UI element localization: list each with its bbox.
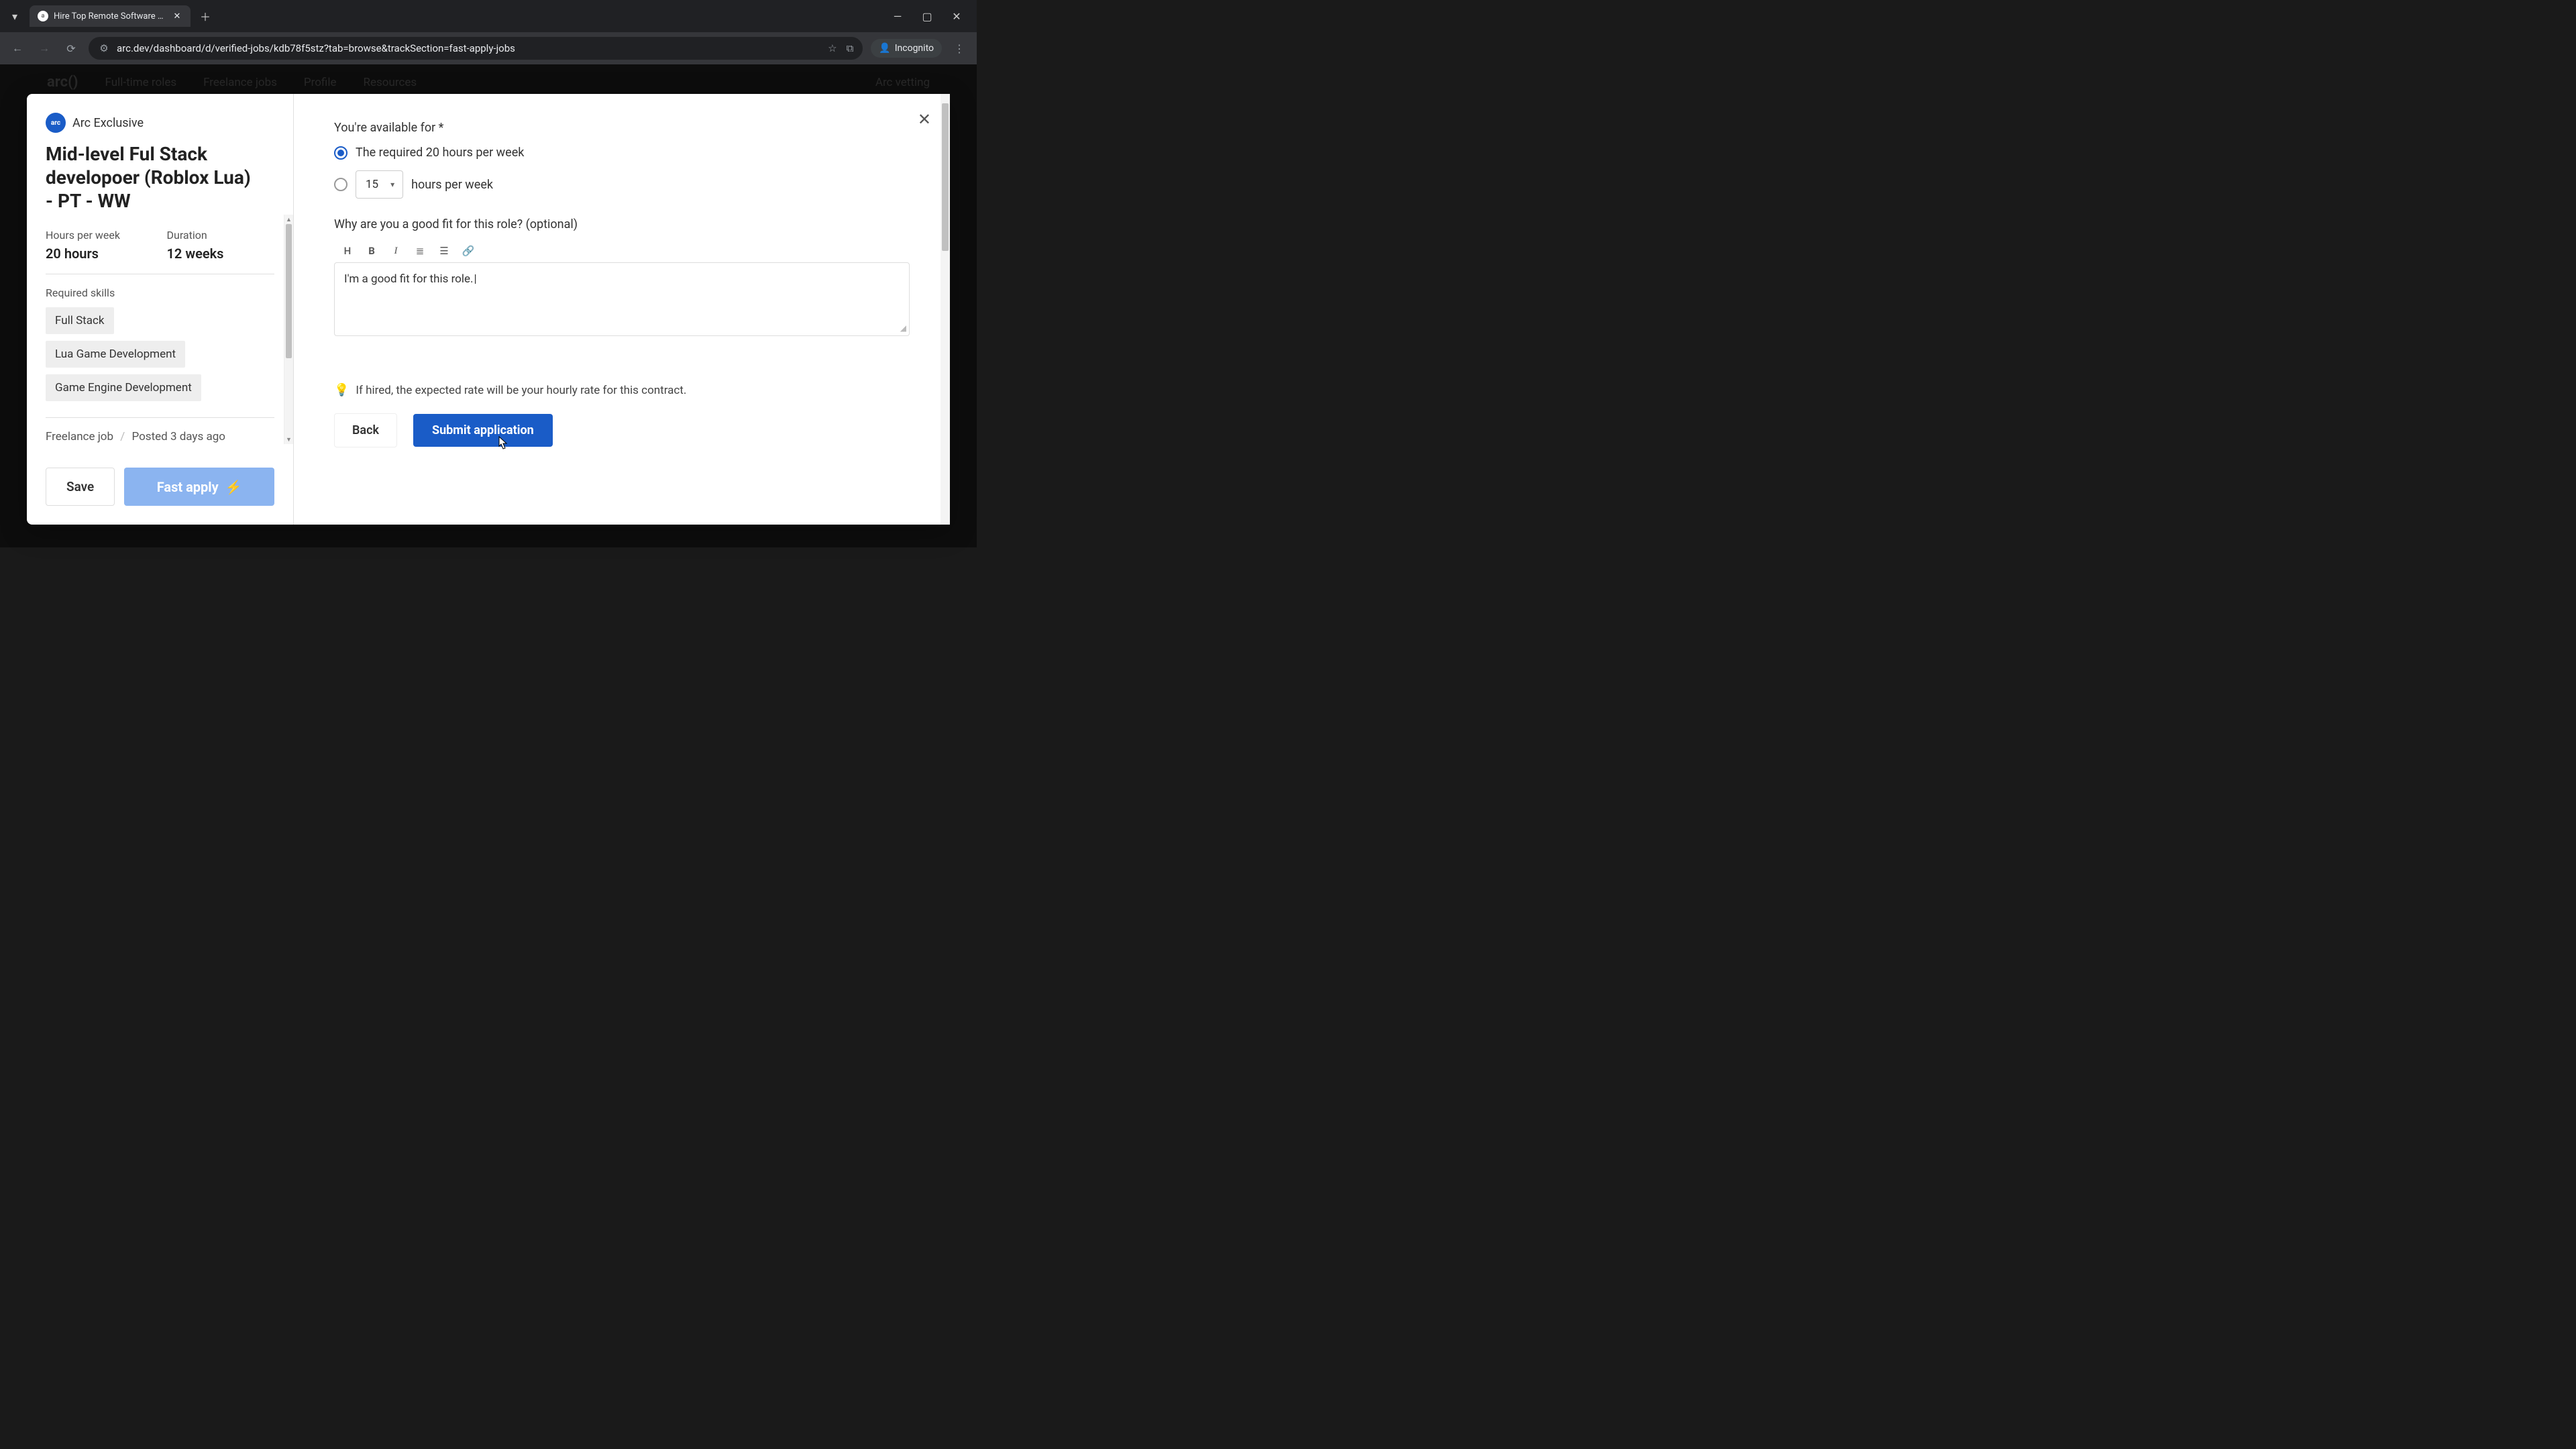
bold-icon[interactable]: B bbox=[365, 245, 378, 257]
duration-value: 12 weeks bbox=[167, 246, 275, 262]
radio-required-label: The required 20 hours per week bbox=[356, 146, 524, 160]
link-icon[interactable]: 🔗 bbox=[462, 245, 475, 257]
job-type: Freelance job bbox=[46, 430, 113, 443]
skill-chip: Lua Game Development bbox=[46, 341, 185, 368]
bookmark-icon[interactable]: ☆ bbox=[828, 42, 837, 54]
fit-label: Why are you a good fit for this role? (o… bbox=[334, 217, 910, 231]
close-tab-icon[interactable]: ✕ bbox=[172, 11, 182, 21]
editor-toolbar: H B I ≣ ☰ 🔗 bbox=[334, 239, 910, 262]
rate-hint: If hired, the expected rate will be your… bbox=[356, 384, 686, 397]
bg-logo: arc() bbox=[47, 74, 78, 91]
browser-toolbar: ← → ⟳ ⚙ arc.dev/dashboard/d/verified-job… bbox=[0, 32, 977, 64]
maximize-button[interactable]: ▢ bbox=[918, 10, 936, 23]
bg-nav-item: Full-time roles bbox=[105, 76, 177, 89]
resize-handle-icon[interactable]: ◢ bbox=[900, 323, 906, 333]
left-panel-scrollbar[interactable]: ▲ ▼ bbox=[284, 215, 293, 444]
tab-title: Hire Top Remote Software Dev… bbox=[54, 11, 166, 21]
background-nav: arc() Full-time roles Freelance jobs Pro… bbox=[47, 74, 930, 91]
forward-button: → bbox=[35, 39, 54, 58]
incognito-label: Incognito bbox=[895, 43, 934, 54]
tab-search-dropdown[interactable]: ▾ bbox=[5, 7, 24, 25]
job-meta: Freelance job / Posted 3 days ago bbox=[46, 430, 274, 443]
favicon: a bbox=[38, 11, 48, 21]
hours-select-value: 15 bbox=[366, 178, 378, 191]
fast-apply-button[interactable]: Fast apply ⚡ bbox=[124, 468, 274, 506]
close-modal-button[interactable]: ✕ bbox=[918, 110, 931, 129]
scroll-down-icon[interactable]: ▼ bbox=[284, 435, 293, 444]
job-title: Mid-level Ful Stack developoer (Roblox L… bbox=[46, 142, 274, 213]
incognito-icon: 👤 bbox=[879, 43, 890, 54]
incognito-badge[interactable]: 👤 Incognito bbox=[871, 39, 942, 58]
availability-label: You're available for * bbox=[334, 121, 910, 135]
bg-nav-item: Freelance jobs bbox=[203, 76, 277, 89]
minimize-button[interactable]: — bbox=[888, 10, 907, 23]
skill-chip: Full Stack bbox=[46, 307, 114, 334]
fast-apply-label: Fast apply bbox=[157, 479, 219, 495]
numbered-list-icon[interactable]: ☰ bbox=[437, 245, 451, 257]
bg-nav-item: Profile bbox=[304, 76, 337, 89]
lightbulb-icon: 💡 bbox=[334, 383, 349, 397]
scroll-up-icon[interactable]: ▲ bbox=[284, 215, 293, 224]
bg-nav-item: Resources bbox=[364, 76, 417, 89]
hours-suffix: hours per week bbox=[411, 178, 493, 192]
url-text: arc.dev/dashboard/d/verified-jobs/kdb78f… bbox=[117, 42, 821, 54]
save-button[interactable]: Save bbox=[46, 468, 115, 506]
tab-strip: ▾ a Hire Top Remote Software Dev… ✕ ＋ — … bbox=[0, 0, 977, 32]
fit-text-value: I'm a good fit for this role. bbox=[344, 272, 477, 286]
back-button[interactable]: ← bbox=[8, 39, 27, 58]
fit-textarea[interactable]: I'm a good fit for this role. ◢ bbox=[334, 262, 910, 336]
bg-nav-right: Arc vetting bbox=[875, 76, 930, 89]
submit-application-button[interactable]: Submit application bbox=[413, 414, 553, 447]
new-tab-button[interactable]: ＋ bbox=[196, 7, 215, 25]
exclusive-label: Arc Exclusive bbox=[72, 116, 144, 130]
lightning-icon: ⚡ bbox=[225, 479, 242, 495]
right-panel-scrollbar[interactable] bbox=[941, 94, 950, 525]
skills-list: Full Stack Lua Game Development Game Eng… bbox=[46, 307, 274, 408]
hours-select[interactable]: 15 bbox=[356, 170, 403, 199]
arc-logo-badge: arc bbox=[46, 113, 66, 133]
posted-time: Posted 3 days ago bbox=[131, 430, 225, 443]
site-settings-icon[interactable]: ⚙ bbox=[98, 42, 110, 54]
reload-button[interactable]: ⟳ bbox=[62, 39, 80, 58]
italic-icon[interactable]: I bbox=[389, 246, 402, 257]
skill-chip: Game Engine Development bbox=[46, 374, 201, 401]
radio-required-hours[interactable] bbox=[334, 146, 347, 160]
address-bar[interactable]: ⚙ arc.dev/dashboard/d/verified-jobs/kdb7… bbox=[89, 37, 863, 60]
skills-label: Required skills bbox=[46, 286, 274, 299]
duration-label: Duration bbox=[167, 229, 275, 241]
bullet-list-icon[interactable]: ≣ bbox=[413, 245, 427, 257]
hours-value: 20 hours bbox=[46, 246, 154, 262]
browser-menu-icon[interactable]: ⋮ bbox=[950, 39, 969, 58]
divider bbox=[46, 417, 274, 418]
application-form-panel: ✕ You're available for * The required 20… bbox=[294, 94, 950, 525]
job-application-modal: arc Arc Exclusive Mid-level Ful Stack de… bbox=[27, 94, 950, 525]
browser-tab[interactable]: a Hire Top Remote Software Dev… ✕ bbox=[30, 5, 191, 27]
heading-icon[interactable]: H bbox=[341, 245, 354, 257]
job-summary-panel: arc Arc Exclusive Mid-level Ful Stack de… bbox=[27, 94, 294, 525]
close-window-button[interactable]: ✕ bbox=[947, 10, 966, 23]
radio-custom-hours[interactable] bbox=[334, 178, 347, 191]
scroll-thumb[interactable] bbox=[942, 103, 949, 251]
window-controls: — ▢ ✕ bbox=[888, 10, 971, 23]
back-button[interactable]: Back bbox=[334, 413, 397, 447]
hours-label: Hours per week bbox=[46, 229, 154, 241]
omnibox-actions: ☆ ⧉ bbox=[828, 42, 853, 54]
extensions-icon[interactable]: ⧉ bbox=[847, 42, 854, 54]
scroll-thumb[interactable] bbox=[286, 224, 292, 358]
